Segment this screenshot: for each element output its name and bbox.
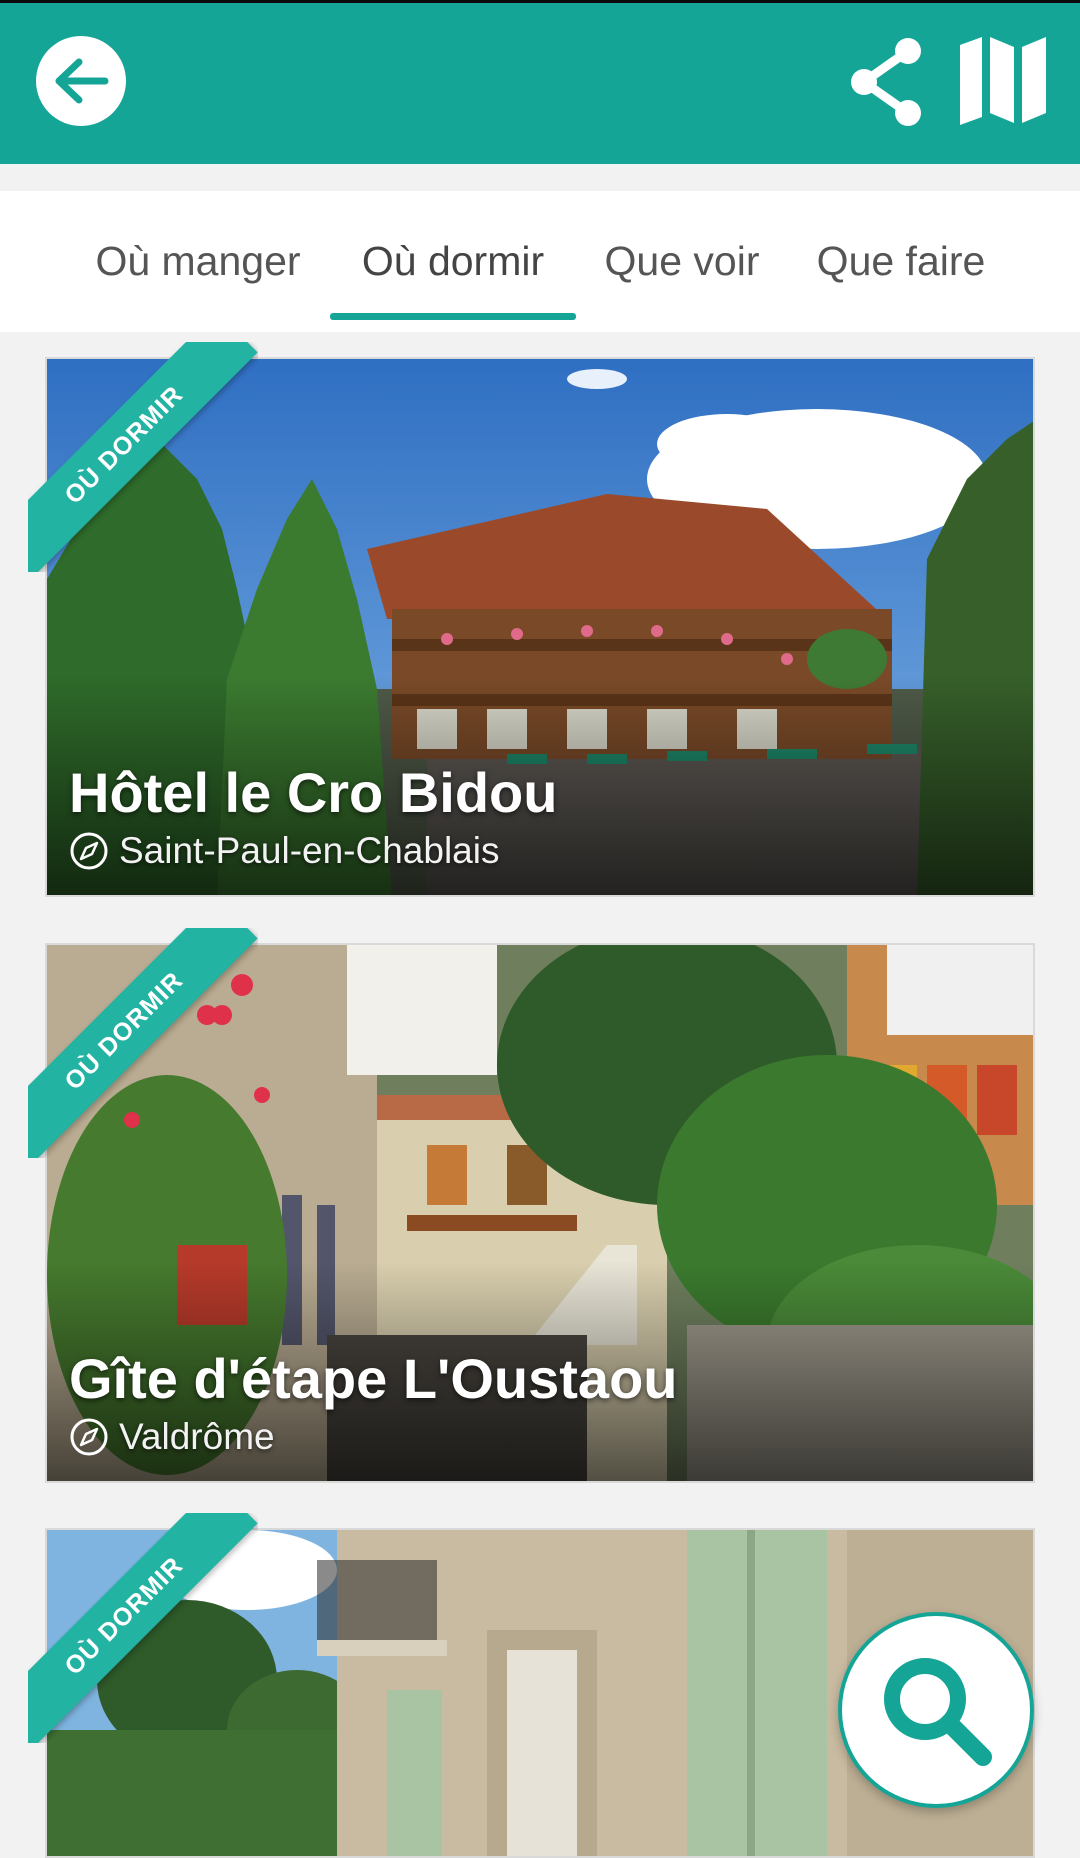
share-icon [851,38,921,126]
tab-ou-dormir[interactable]: Où dormir [330,191,576,332]
listing-title: Hôtel le Cro Bidou [69,761,558,824]
listing-card[interactable]: Gîte d'étape L'Oustaou Valdrôme [45,943,1035,1483]
category-tabs: Où manger Où dormir Que voir Que faire [0,191,1080,332]
listing-location: Saint-Paul-en-Chablais [69,829,499,873]
app-header [0,0,1080,164]
listing-location-text: Valdrôme [119,1416,275,1457]
compass-icon [70,832,108,870]
listing-card[interactable]: Hôtel le Cro Bidou Saint-Paul-en-Chablai… [45,357,1035,897]
tab-que-voir[interactable]: Que voir [592,191,772,332]
back-button[interactable] [36,36,126,126]
search-button[interactable] [838,1612,1034,1808]
listing-title: Gîte d'étape L'Oustaou [69,1347,678,1410]
map-icon [960,37,1046,125]
active-tab-indicator [330,313,576,320]
share-button[interactable] [846,37,926,127]
tab-que-faire[interactable]: Que faire [808,191,994,332]
search-icon [884,1658,992,1766]
compass-icon [70,1418,108,1456]
listing-location: Valdrôme [69,1415,275,1459]
map-button[interactable] [958,35,1048,125]
tab-ou-manger[interactable]: Où manger [82,191,314,332]
listing-location-text: Saint-Paul-en-Chablais [119,830,500,871]
arrow-left-icon [55,58,109,104]
